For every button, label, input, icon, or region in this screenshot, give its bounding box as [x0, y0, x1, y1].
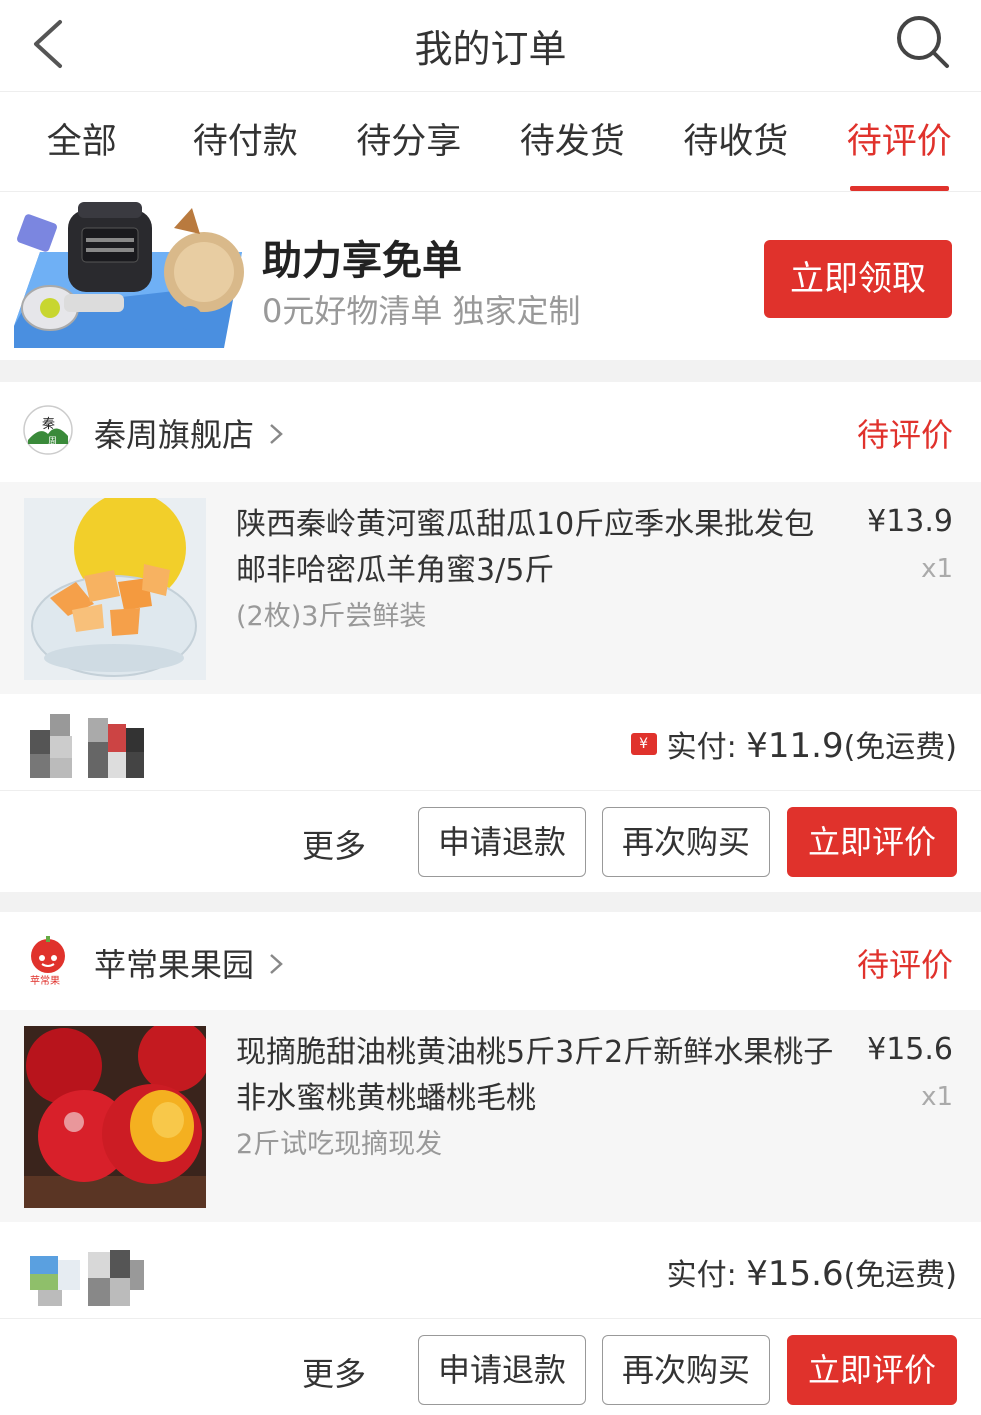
- shop-name[interactable]: 秦周旗舰店: [94, 410, 254, 456]
- claim-now-button[interactable]: 立即领取: [764, 240, 952, 318]
- product-spec: (2枚)3斤尝鲜装: [236, 601, 427, 632]
- review-now-button[interactable]: 立即评价: [787, 807, 957, 877]
- order-actions: 更多 申请退款 再次购买 立即评价: [0, 1318, 981, 1415]
- header-bar: 我的订单: [0, 0, 981, 92]
- paid-amount: ¥11.9: [746, 726, 844, 766]
- group-members-avatars: [30, 1250, 144, 1306]
- shop-header[interactable]: 苹常果 苹常果果园 待评价: [0, 912, 981, 1012]
- chevron-right-icon: [270, 424, 283, 444]
- section-divider: [0, 892, 981, 912]
- product-quantity: x1: [921, 1082, 953, 1112]
- svg-text:周: 周: [48, 436, 57, 447]
- product-image-nectarine: [24, 1026, 206, 1208]
- more-button[interactable]: 更多: [302, 821, 366, 867]
- paid-total: 实付: ¥11.9(免运费): [630, 722, 957, 766]
- shop-header[interactable]: 秦 周 秦周旗舰店 待评价: [0, 382, 981, 482]
- order-status-label: 待评价: [856, 416, 953, 454]
- chevron-right-icon: [270, 954, 283, 974]
- svg-text:秦: 秦: [42, 417, 55, 432]
- order-actions: 更多 申请退款 再次购买 立即评价: [0, 790, 981, 892]
- more-button[interactable]: 更多: [302, 1349, 366, 1395]
- buy-again-button[interactable]: 再次购买: [602, 1335, 770, 1405]
- promo-banner[interactable]: 助力享免单 0元好物清单 独家定制 立即领取: [0, 192, 981, 360]
- section-divider: [0, 360, 981, 382]
- shipping-note: (免运费): [843, 1258, 957, 1293]
- order-summary: 实付: ¥15.6(免运费): [0, 1222, 981, 1318]
- tab-pending-receipt[interactable]: 待收货: [654, 92, 818, 191]
- shop-logo: 苹常果: [30, 936, 65, 986]
- tab-pending-review[interactable]: 待评价: [818, 92, 981, 191]
- product-quantity: x1: [921, 554, 953, 584]
- product-price: ¥15.6: [867, 1032, 953, 1067]
- promo-subtitle: 0元好物清单 独家定制: [262, 292, 581, 330]
- paid-label: 实付:: [666, 1258, 747, 1293]
- order-product[interactable]: 现摘脆甜油桃黄油桃5斤3斤2斤新鲜水果桃子非水蜜桃黄桃蟠桃毛桃 2斤试吃现摘现发…: [0, 1010, 981, 1222]
- page-title: 我的订单: [414, 27, 567, 71]
- paid-label: 实付:: [666, 730, 747, 765]
- review-now-button[interactable]: 立即评价: [787, 1335, 957, 1405]
- product-spec: 2斤试吃现摘现发: [236, 1129, 443, 1160]
- group-members-avatars: [30, 714, 144, 778]
- buy-again-button[interactable]: 再次购买: [602, 807, 770, 877]
- paid-amount: ¥15.6: [746, 1254, 844, 1294]
- shipping-note: (免运费): [843, 730, 957, 765]
- svg-text:苹常果: 苹常果: [30, 974, 60, 986]
- product-image-melon: [24, 498, 206, 680]
- paid-total: 实付: ¥15.6(免运费): [667, 1250, 957, 1294]
- promo-title: 助力享免单: [262, 238, 462, 284]
- product-title[interactable]: 现摘脆甜油桃黄油桃5斤3斤2斤新鲜水果桃子非水蜜桃黄桃蟠桃毛桃: [236, 1030, 836, 1122]
- promo-products-image: [14, 202, 244, 348]
- product-title[interactable]: 陕西秦岭黄河蜜瓜甜瓜10斤应季水果批发包邮非哈密瓜羊角蜜3/5斤: [236, 502, 836, 594]
- product-price: ¥13.9: [867, 504, 953, 539]
- tab-pending-share[interactable]: 待分享: [327, 92, 491, 191]
- shop-logo: 秦 周: [23, 405, 73, 455]
- request-refund-button[interactable]: 申请退款: [418, 1335, 586, 1405]
- order-summary: 实付: ¥11.9(免运费): [0, 694, 981, 790]
- order-product[interactable]: 陕西秦岭黄河蜜瓜甜瓜10斤应季水果批发包邮非哈密瓜羊角蜜3/5斤 (2枚)3斤尝…: [0, 482, 981, 694]
- tab-pending-shipment[interactable]: 待发货: [491, 92, 655, 191]
- shop-name[interactable]: 苹常果果园: [94, 940, 254, 986]
- coupon-icon: [630, 733, 657, 755]
- order-status-tabs: 全部 待付款 待分享 待发货 待收货 待评价: [0, 92, 981, 192]
- search-icon[interactable]: [895, 14, 951, 70]
- order-status-label: 待评价: [856, 946, 953, 984]
- tab-pending-payment[interactable]: 待付款: [164, 92, 328, 191]
- request-refund-button[interactable]: 申请退款: [418, 807, 586, 877]
- tab-all[interactable]: 全部: [0, 92, 164, 191]
